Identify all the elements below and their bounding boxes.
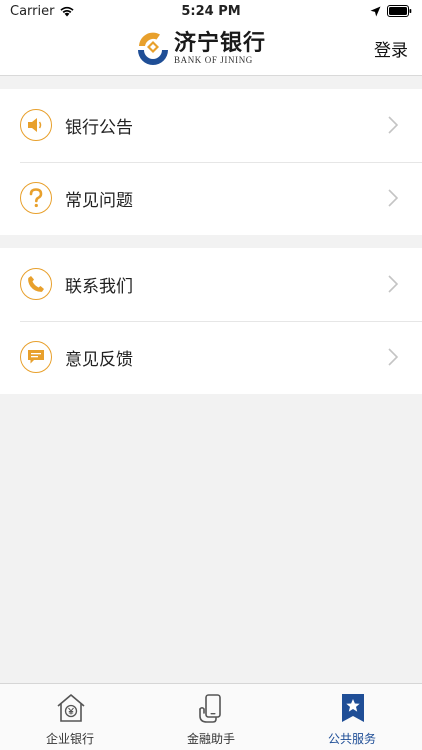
chevron-right-icon [388, 116, 398, 134]
bank-logo-icon [138, 32, 168, 65]
logo-chinese-name: 济宁银行 [174, 30, 267, 56]
menu-item-contact-us[interactable]: 联系我们 [0, 248, 422, 321]
chevron-right-icon [388, 189, 398, 207]
speaker-icon [20, 109, 52, 141]
tab-public-services[interactable]: 公共服务 [282, 684, 422, 750]
logo-english-name: BANK OF JINING [174, 55, 253, 65]
menu-item-label: 联系我们 [65, 277, 133, 297]
menu-item-label: 意见反馈 [65, 350, 133, 370]
question-icon [20, 182, 52, 214]
location-arrow-icon [370, 6, 381, 16]
carrier-name: Carrier [10, 3, 55, 19]
menu-group-1: 银行公告 常见问题 [0, 89, 422, 235]
tab-financial-assistant[interactable]: 金融助手 [141, 684, 281, 750]
menu-item-label: 银行公告 [65, 118, 133, 138]
phone-icon [20, 268, 52, 300]
login-button[interactable]: 登录 [374, 36, 408, 61]
status-bar: Carrier 5:24 PM [0, 0, 422, 22]
battery-icon [387, 5, 412, 17]
tab-label: 公共服务 [327, 732, 376, 746]
status-right [370, 5, 412, 17]
star-bookmark-icon [342, 694, 364, 722]
tab-corporate-banking[interactable]: 企业银行 [0, 684, 140, 750]
menu-item-bank-notice[interactable]: 银行公告 [0, 89, 422, 162]
logo-text: 济宁银行 BANK OF JINING [174, 31, 266, 65]
chevron-right-icon [388, 348, 398, 366]
nav-bar: 济宁银行 BANK OF JINING 登录 [0, 22, 422, 76]
message-icon [20, 341, 52, 373]
chevron-right-icon [388, 275, 398, 293]
tab-bar: 企业银行 金融助手 公共服务 [0, 683, 422, 750]
bank-logo: 济宁银行 BANK OF JINING [136, 31, 266, 65]
wifi-icon [60, 6, 75, 17]
hand-phone-icon [199, 694, 221, 723]
menu-item-faq[interactable]: 常见问题 [0, 162, 422, 235]
tab-label: 企业银行 [45, 732, 94, 746]
menu-item-label: 常见问题 [65, 191, 133, 211]
house-yen-icon [57, 694, 85, 722]
status-left: Carrier [10, 4, 75, 19]
tab-label: 金融助手 [186, 732, 235, 746]
menu-item-feedback[interactable]: 意见反馈 [0, 321, 422, 394]
menu-group-2: 联系我们 意见反馈 [0, 248, 422, 394]
